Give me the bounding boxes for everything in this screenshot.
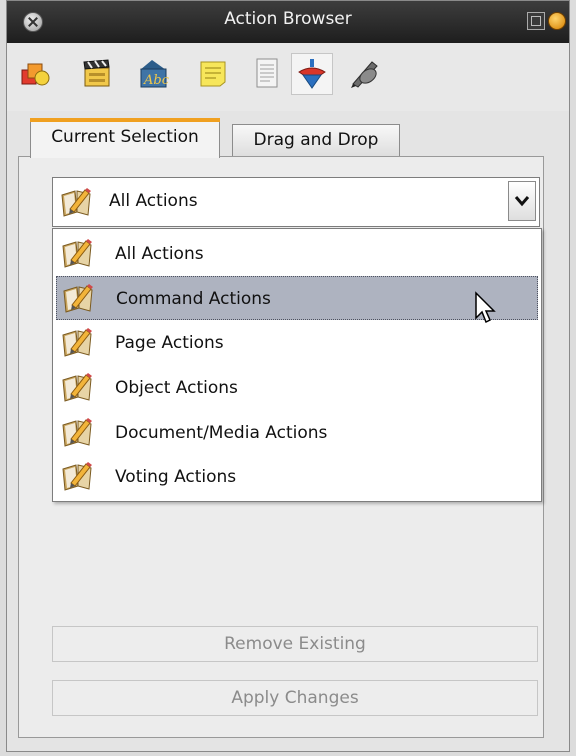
window-menu-button[interactable] bbox=[527, 12, 545, 30]
pencil-book-icon bbox=[60, 237, 96, 269]
shapes-tool-button[interactable] bbox=[15, 53, 57, 95]
dropdown-item-voting-actions[interactable]: Voting Actions bbox=[56, 455, 538, 499]
document-tool-button[interactable] bbox=[247, 53, 289, 95]
tab-current-selection[interactable]: Current Selection bbox=[30, 118, 220, 158]
spinning-top-icon bbox=[298, 59, 326, 89]
pencil-book-icon bbox=[60, 326, 96, 358]
pencil-book-icon bbox=[60, 371, 96, 403]
media-tool-button[interactable] bbox=[77, 53, 119, 95]
minimize-button[interactable] bbox=[548, 12, 566, 30]
stylus-tool-button[interactable] bbox=[345, 53, 387, 95]
pencil-book-icon bbox=[60, 416, 96, 448]
text-image-icon: Abc bbox=[140, 60, 170, 88]
action-type-combo[interactable]: All Actions bbox=[52, 177, 540, 227]
window-title: Action Browser bbox=[224, 9, 352, 29]
dropdown-item-all-actions[interactable]: All Actions bbox=[56, 232, 538, 276]
actions-tool-button[interactable] bbox=[291, 53, 333, 95]
combo-dropdown-button[interactable] bbox=[508, 181, 536, 221]
svg-text:Abc: Abc bbox=[143, 73, 170, 88]
chevron-down-icon bbox=[514, 196, 530, 207]
text-tool-button[interactable]: Abc bbox=[133, 53, 175, 95]
remove-existing-button[interactable]: Remove Existing bbox=[52, 626, 538, 662]
mouse-pointer-icon bbox=[475, 291, 496, 324]
dropdown-item-label: Object Actions bbox=[115, 378, 238, 398]
pencil-book-icon bbox=[59, 186, 95, 218]
dropdown-item-label: Document/Media Actions bbox=[115, 423, 328, 443]
shapes-icon bbox=[21, 63, 50, 86]
notes-tool-button[interactable] bbox=[193, 53, 235, 95]
dropdown-item-label: Page Actions bbox=[115, 333, 224, 353]
dropdown-item-page-actions[interactable]: Page Actions bbox=[56, 321, 538, 365]
title-bar: Action Browser bbox=[7, 1, 569, 44]
dropdown-item-object-actions[interactable]: Object Actions bbox=[56, 366, 538, 410]
dropdown-item-document-media-actions[interactable]: Document/Media Actions bbox=[56, 411, 538, 455]
stylus-icon bbox=[351, 61, 378, 88]
clapperboard-icon bbox=[83, 59, 110, 87]
sticky-note-icon bbox=[200, 61, 226, 87]
dropdown-item-command-actions[interactable]: Command Actions bbox=[56, 276, 538, 320]
document-icon bbox=[256, 58, 278, 88]
tab-drag-and-drop[interactable]: Drag and Drop bbox=[232, 124, 400, 156]
combo-selected-value: All Actions bbox=[109, 191, 198, 211]
dropdown-item-label: Command Actions bbox=[116, 289, 271, 309]
dropdown-item-label: Voting Actions bbox=[115, 467, 237, 487]
dropdown-item-label: All Actions bbox=[115, 244, 204, 264]
pencil-book-icon bbox=[61, 282, 97, 314]
action-type-dropdown: All Actions Command Actions Page Actions… bbox=[52, 228, 542, 502]
pencil-book-icon bbox=[60, 460, 96, 492]
apply-changes-button[interactable]: Apply Changes bbox=[52, 680, 538, 716]
toolbar: Abc bbox=[7, 43, 569, 111]
